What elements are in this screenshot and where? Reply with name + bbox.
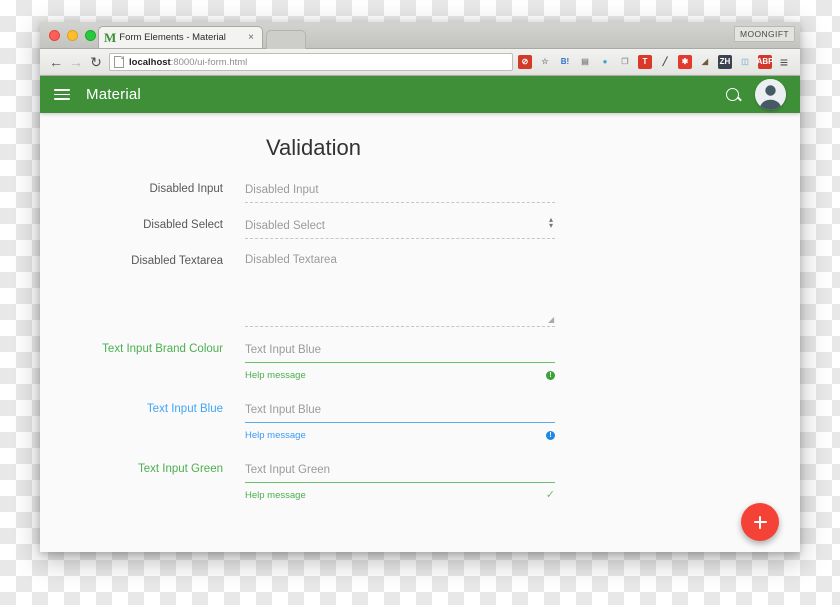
field-label: Text Input Green (137, 463, 223, 475)
help-message: Help message (245, 490, 306, 501)
info-icon: ! (546, 431, 555, 440)
field-placeholder: Text Input Blue (245, 343, 322, 356)
floating-action-button[interactable] (741, 503, 779, 541)
adblock-icon[interactable]: ABP (757, 55, 773, 69)
field-placeholder: Disabled Input (245, 183, 319, 196)
field-label: Disabled Select (143, 219, 223, 231)
close-icon[interactable]: × (245, 32, 257, 43)
form-row: Text Input Green Text Input Green Help mes… (40, 457, 800, 501)
tab-title: Form Elements - Material (119, 32, 226, 43)
todoist-icon[interactable]: T (638, 55, 652, 69)
tabs-icon[interactable]: ◫ (738, 55, 752, 69)
app-title: Material (86, 86, 141, 103)
paint-icon[interactable]: ◢ (698, 55, 712, 69)
app-bar-actions (726, 79, 786, 110)
resize-handle-icon[interactable]: ◢ (548, 316, 555, 324)
hatena-icon[interactable]: B! (558, 55, 572, 69)
window-traffic-lights (49, 30, 96, 41)
site-favicon-icon: M (104, 30, 117, 45)
bookmark-star-icon[interactable]: ☆ (538, 55, 552, 69)
validation-form: Disabled Input Disabled Input Disabled Sel… (40, 177, 800, 501)
zh-translate-icon[interactable]: ZH (718, 55, 732, 69)
field-label: Disabled Input (149, 183, 223, 195)
field-label: Text Input Brand Colour (102, 343, 223, 355)
browser-window: M Form Elements - Material × MOONGIFT ← … (40, 22, 800, 552)
select-stepper-icon[interactable]: ▴ ▾ (549, 216, 553, 230)
help-row: Help message! (245, 363, 555, 381)
forward-icon[interactable]: → (66, 55, 86, 69)
hamburger-icon[interactable] (54, 86, 70, 103)
help-row: Help message ✓ (245, 483, 555, 502)
form-row: Text Input Brand Colour Text Input Blue He… (40, 337, 800, 381)
help-message: Help message (245, 430, 306, 441)
field-label: Text Input Blue (146, 403, 223, 415)
new-tab-button[interactable] (266, 30, 306, 49)
moongift-watermark: MOONGIFT (734, 26, 795, 42)
text-input-field[interactable]: Text Input Blue (245, 397, 555, 423)
tab-strip: M Form Elements - Material × MOONGIFT (40, 22, 800, 49)
field-placeholder: Text Input Green (245, 463, 331, 476)
field-wrapper: Text Input Blue Help message! (245, 337, 555, 381)
block-icon[interactable]: ⊘ (518, 55, 532, 69)
browser-tab-active[interactable]: M Form Elements - Material × (98, 26, 263, 48)
field-placeholder: Text Input Blue (245, 403, 322, 416)
url-path: :8000/ui-form.html (170, 56, 248, 68)
browser-menu-icon[interactable]: ≡ (774, 55, 794, 69)
search-icon[interactable] (726, 88, 739, 101)
info-icon: ! (546, 371, 555, 380)
reload-icon[interactable]: ↻ (86, 55, 106, 69)
field-wrapper: Text Input Blue Help message! (245, 397, 555, 441)
page-title: Validation (266, 135, 361, 160)
evernote-icon[interactable]: ● (598, 55, 612, 69)
textarea-field[interactable]: Disabled Textarea ◢ (245, 249, 555, 327)
url-host: localhost (129, 56, 171, 68)
field-wrapper: Disabled Select ▴ ▾ (245, 213, 555, 239)
form-row: Disabled Select Disabled Select ▴ ▾ (40, 213, 800, 239)
form-row: Disabled Input Disabled Input (40, 177, 800, 203)
form-row: Text Input Blue Text Input Blue Help messa… (40, 397, 800, 441)
field-wrapper: Disabled Input (245, 177, 555, 203)
minimize-window-button[interactable] (67, 30, 78, 41)
check-icon: ✓ (545, 489, 555, 501)
extension-toolbar: ⊘ ☆ B! ▤ ● ❐ T ╱ ✱ ◢ ZH ◫ ABP (518, 55, 774, 69)
user-silhouette-icon (755, 79, 786, 110)
help-message: Help message (245, 370, 306, 381)
address-bar[interactable]: localhost:8000/ui-form.html (109, 53, 513, 71)
textarea-placeholder: Disabled Textarea (245, 254, 337, 266)
form-row: Disabled Textarea Disabled Textarea ◢ (40, 249, 800, 327)
pocket-icon[interactable]: ▤ (578, 55, 592, 69)
browser-navigation-bar: ← → ↻ localhost:8000/ui-form.html ⊘ ☆ B! ▤ ●… (40, 49, 800, 76)
back-icon[interactable]: ← (46, 55, 66, 69)
app-bar: Material (40, 76, 800, 113)
eyedropper-icon[interactable]: ╱ (658, 55, 672, 69)
field-label: Disabled Textarea (131, 255, 223, 267)
page-document-icon (114, 56, 124, 68)
puzzle-icon[interactable]: ✱ (678, 55, 692, 69)
plus-icon (753, 515, 767, 529)
url-text: localhost:8000/ui-form.html (129, 57, 247, 68)
field-wrapper: Disabled Textarea ◢ (245, 249, 555, 327)
avatar[interactable] (755, 79, 786, 110)
help-row: Help message! (245, 423, 555, 441)
maximize-window-button[interactable] (85, 30, 96, 41)
close-window-button[interactable] (49, 30, 60, 41)
select-field[interactable]: Disabled Select ▴ ▾ (245, 213, 555, 239)
text-input-field[interactable]: Text Input Green (245, 457, 555, 483)
window-icon[interactable]: ❐ (618, 55, 632, 69)
page-content: Validation Disabled Input Disabled Input D… (40, 113, 800, 552)
text-input-field[interactable]: Text Input Blue (245, 337, 555, 363)
text-input-field[interactable]: Disabled Input (245, 177, 555, 203)
field-placeholder: Disabled Select (245, 219, 325, 232)
field-wrapper: Text Input Green Help message ✓ (245, 457, 555, 501)
